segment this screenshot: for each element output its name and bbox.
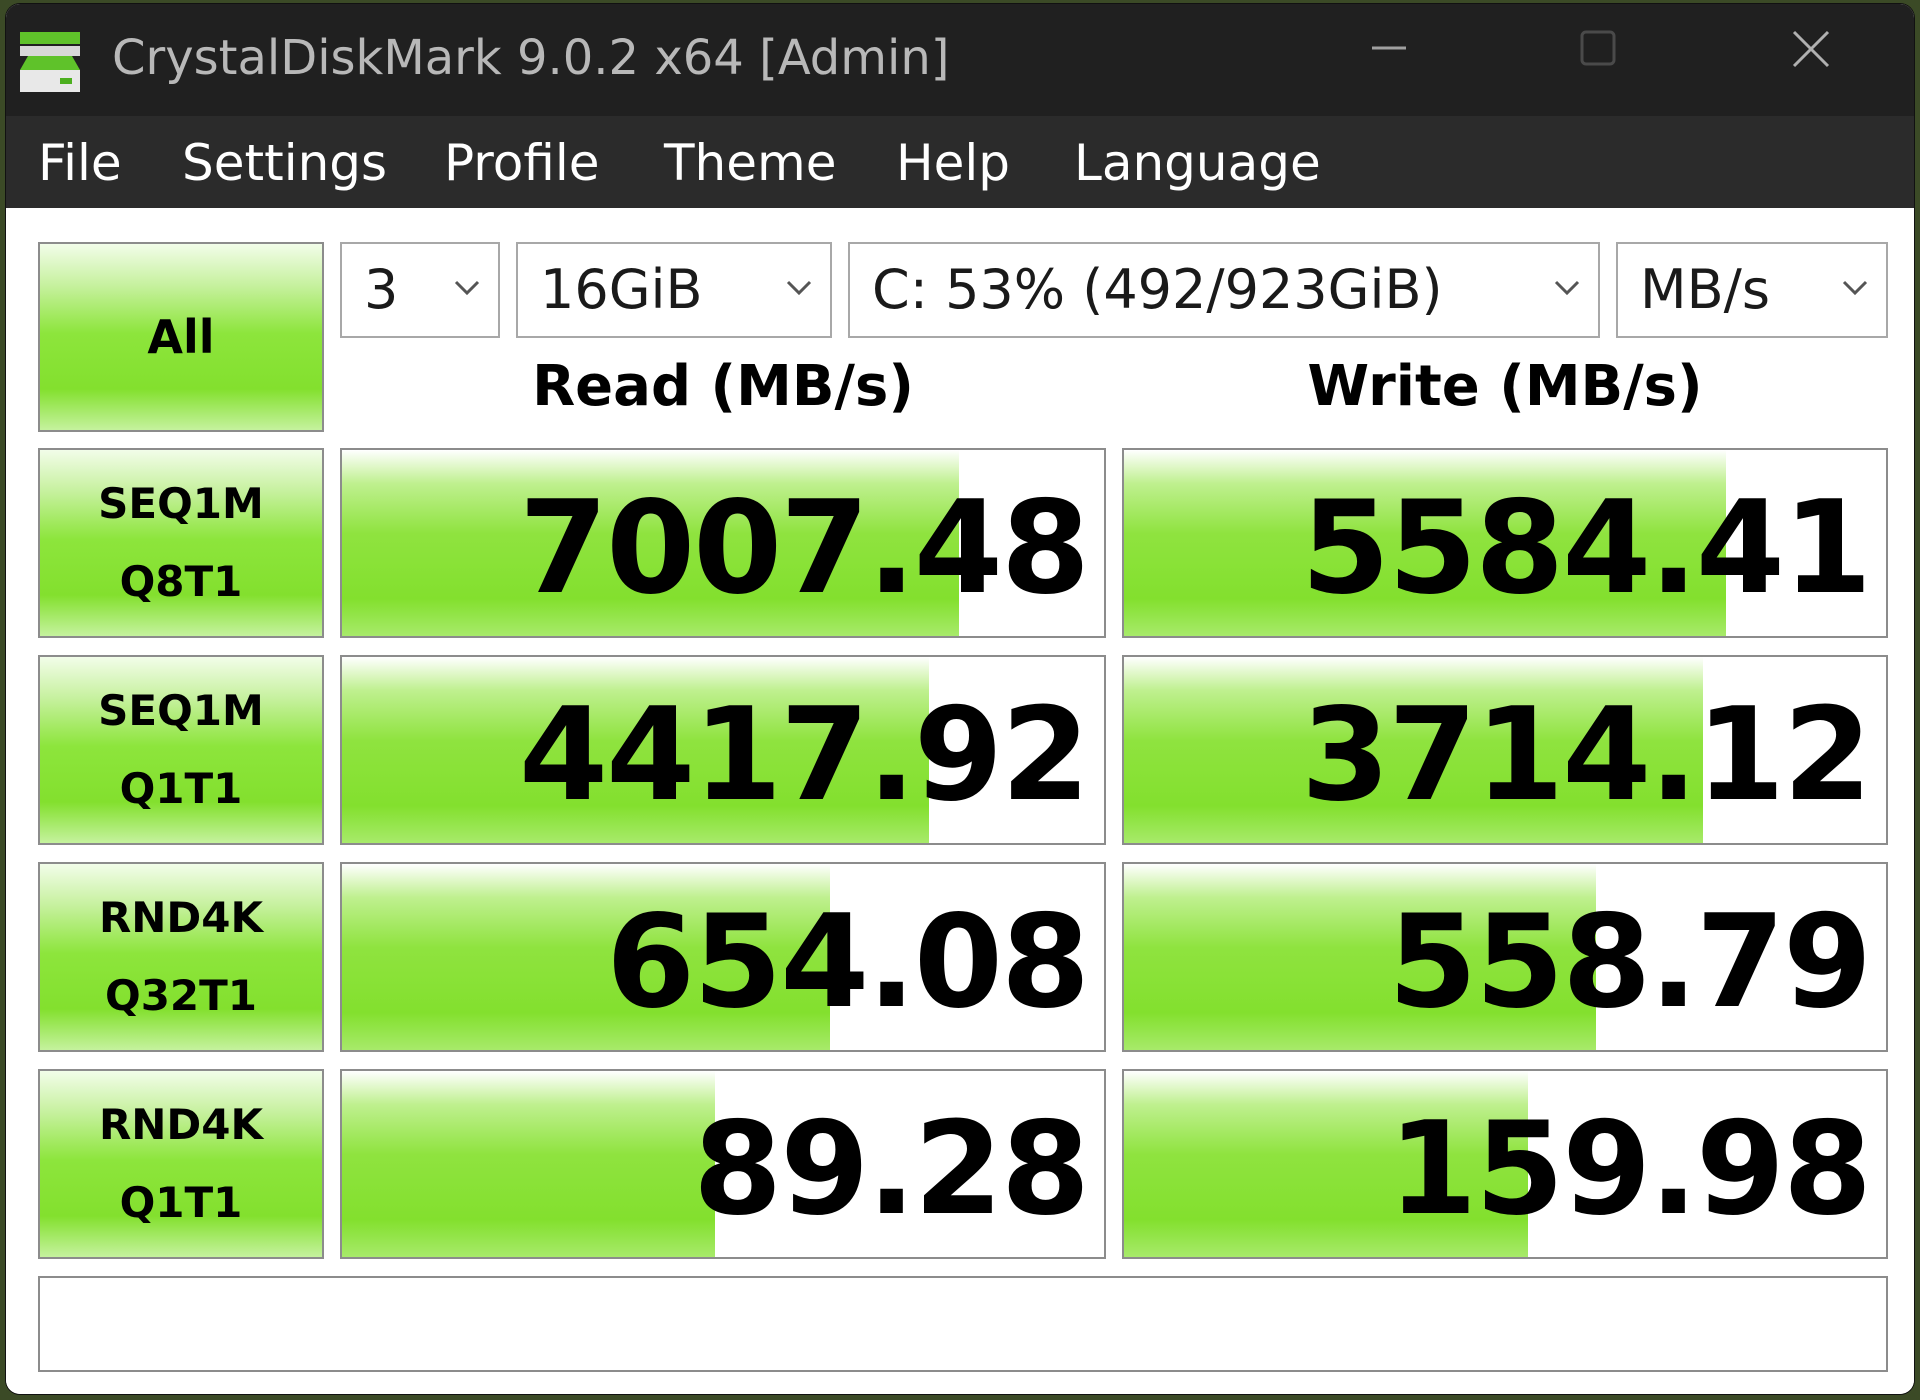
chevron-down-icon [786,280,812,296]
write-value: 3714.12 [1301,681,1872,830]
test-name: RND4K [98,1100,264,1149]
read-result-rnd4k-q32t1: 654.08 [340,862,1106,1052]
window-title: CrystalDiskMark 9.0.2 x64 [Admin] [112,30,950,86]
maximize-button[interactable] [1494,4,1704,116]
read-bar [342,1071,716,1257]
maximize-icon [1580,30,1616,66]
read-result-rnd4k-q1t1: 89.28 [340,1069,1106,1259]
test-button-seq1m-q1t1[interactable]: SEQ1M Q1T1 [38,655,324,845]
comment-input[interactable] [38,1276,1888,1372]
write-column-header: Write (MB/s) [1307,354,1703,419]
title-bar[interactable]: CrystalDiskMark 9.0.2 x64 [Admin] [6,4,1914,116]
chevron-down-icon [1842,280,1868,296]
read-value: 89.28 [693,1095,1090,1244]
test-params: Q1T1 [119,1178,243,1227]
write-result-seq1m-q8t1: 5584.41 [1122,448,1888,638]
menu-help[interactable]: Help [896,134,1010,192]
read-value: 654.08 [606,888,1090,1037]
read-result-seq1m-q8t1: 7007.48 [340,448,1106,638]
chevron-down-icon [454,280,480,296]
test-button-rnd4k-q1t1[interactable]: RND4K Q1T1 [38,1069,324,1259]
test-name: RND4K [98,893,264,942]
test-params: Q8T1 [119,557,243,606]
test-params: Q32T1 [104,971,258,1020]
read-result-seq1m-q1t1: 4417.92 [340,655,1106,845]
test-size-select[interactable]: 16GiB [516,242,832,338]
write-result-rnd4k-q1t1: 159.98 [1122,1069,1888,1259]
write-result-rnd4k-q32t1: 558.79 [1122,862,1888,1052]
close-icon [1792,30,1830,68]
close-button[interactable] [1704,4,1914,116]
chevron-down-icon [1554,280,1580,296]
test-count-select[interactable]: 3 [340,242,500,338]
test-button-seq1m-q8t1[interactable]: SEQ1M Q8T1 [38,448,324,638]
unit-value: MB/s [1640,258,1770,321]
test-name: SEQ1M [98,479,264,528]
test-size-value: 16GiB [540,258,703,321]
write-value: 159.98 [1388,1095,1872,1244]
read-column-header: Read (MB/s) [532,354,914,419]
run-all-button[interactable]: All [38,242,324,432]
test-params: Q1T1 [119,764,243,813]
minimize-button[interactable] [1284,4,1494,116]
test-button-rnd4k-q32t1[interactable]: RND4K Q32T1 [38,862,324,1052]
unit-select[interactable]: MB/s [1616,242,1888,338]
disk-drive-icon [20,32,80,92]
menu-file[interactable]: File [38,134,122,192]
app-window: CrystalDiskMark 9.0.2 x64 [Admin] File S… [6,4,1914,1394]
menu-language[interactable]: Language [1074,134,1321,192]
read-value: 4417.92 [519,681,1090,830]
drive-select[interactable]: C: 53% (492/923GiB) [848,242,1600,338]
menu-settings[interactable]: Settings [182,134,387,192]
test-count-value: 3 [364,258,399,321]
test-name: SEQ1M [98,686,264,735]
menu-profile[interactable]: Profile [444,134,599,192]
minimize-icon [1372,46,1406,50]
write-result-seq1m-q1t1: 3714.12 [1122,655,1888,845]
read-value: 7007.48 [519,474,1090,623]
main-panel: All 3 16GiB C: 53% (492/923GiB) MB/s Rea… [6,208,1914,1394]
drive-value: C: 53% (492/923GiB) [872,258,1443,321]
run-all-label: All [147,310,215,364]
write-value: 5584.41 [1301,474,1872,623]
write-value: 558.79 [1388,888,1872,1037]
menu-theme[interactable]: Theme [664,134,836,192]
menu-bar: File Settings Profile Theme Help Languag… [6,116,1914,208]
